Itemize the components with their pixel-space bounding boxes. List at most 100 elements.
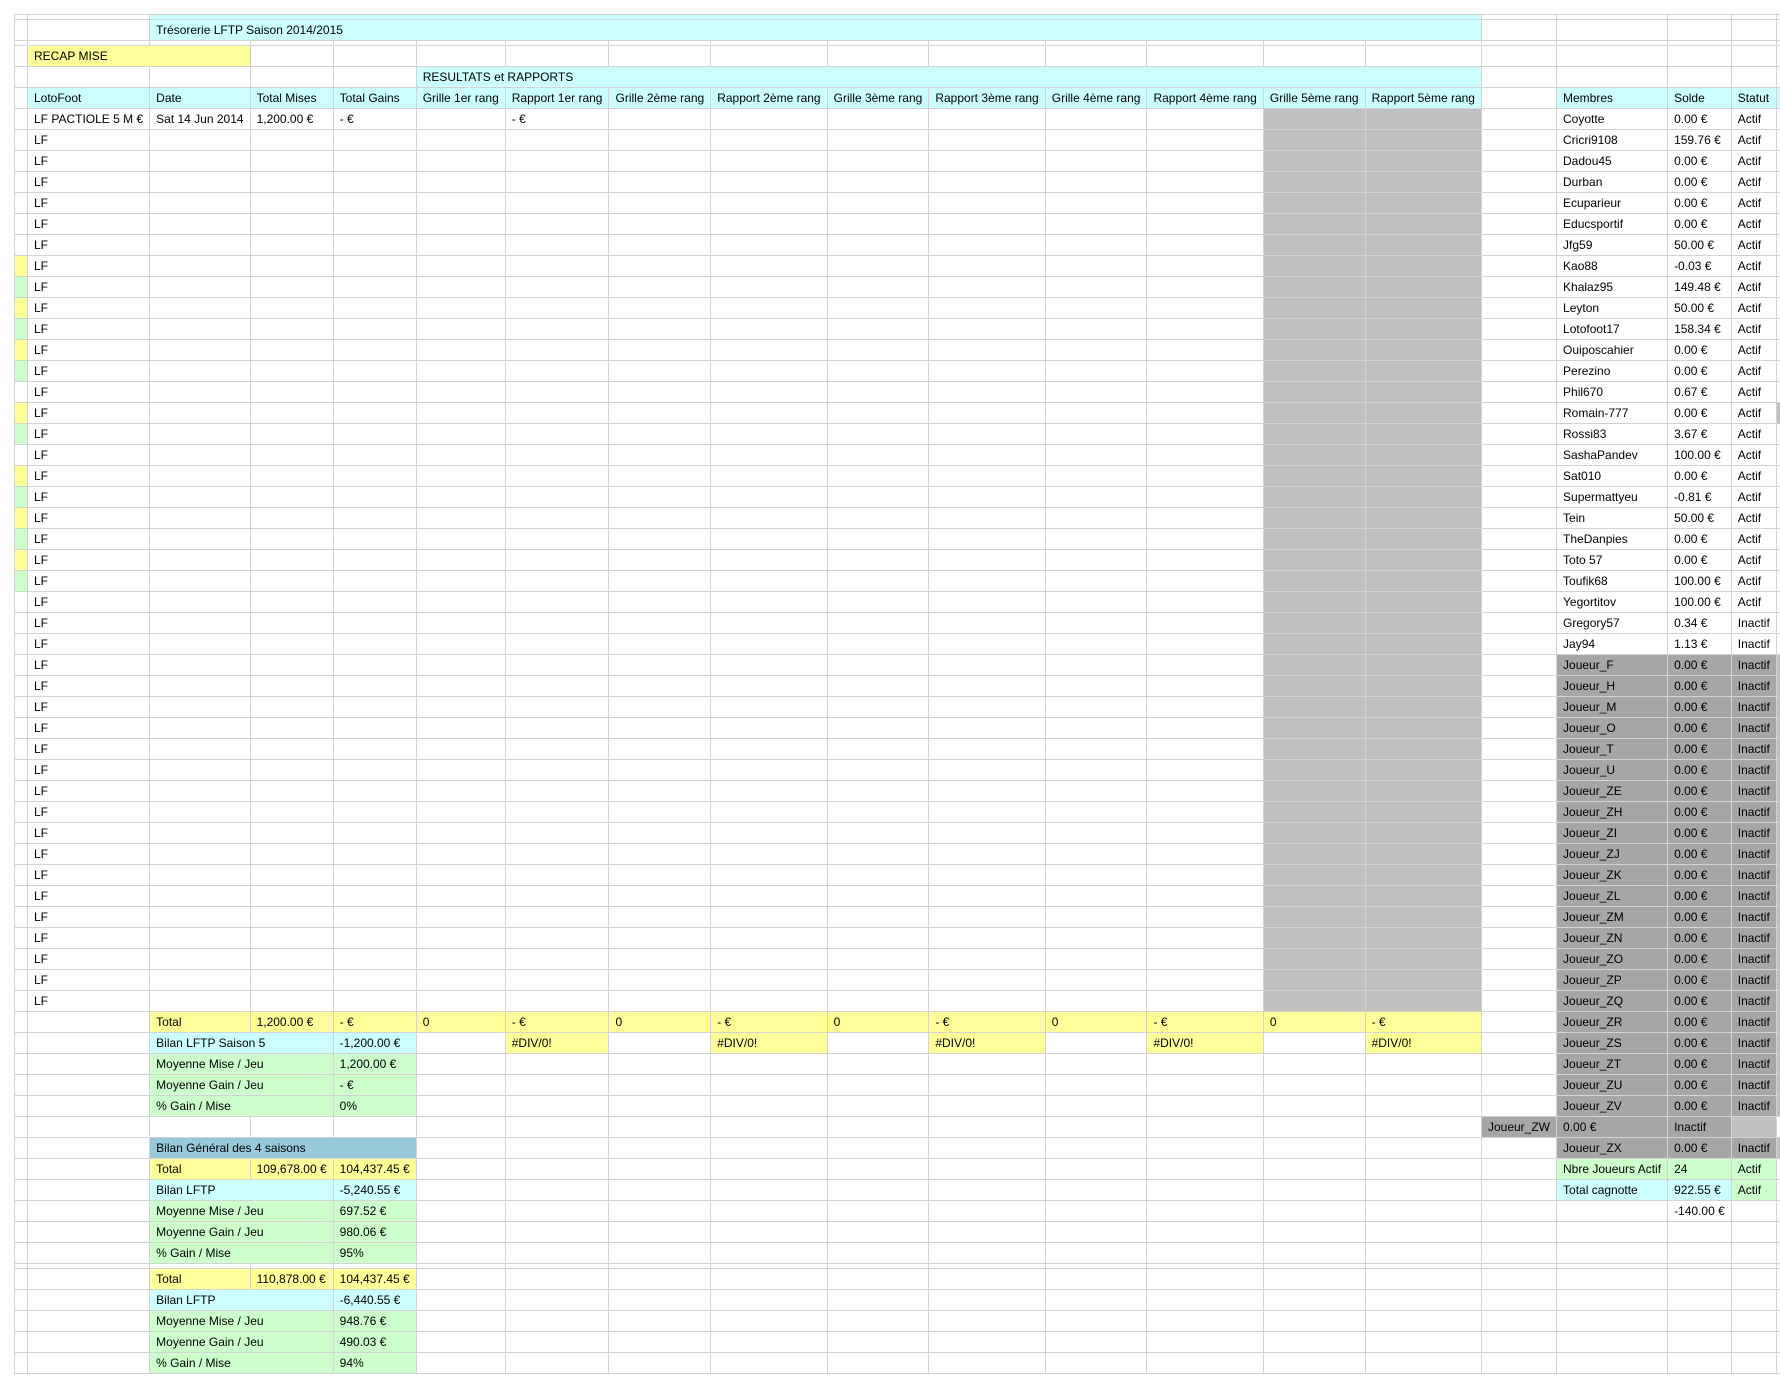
cell[interactable]	[249, 717, 334, 739]
member-statut[interactable]: Inactif	[1730, 801, 1777, 823]
cell[interactable]	[249, 843, 334, 865]
cell[interactable]	[608, 738, 712, 760]
cell[interactable]	[1480, 318, 1558, 340]
cell[interactable]	[1044, 822, 1148, 844]
general-title[interactable]: Bilan Général des 4 saisons	[149, 1137, 417, 1159]
cell[interactable]	[249, 402, 334, 424]
cell[interactable]	[504, 948, 610, 970]
member-name[interactable]: Toufik68	[1556, 570, 1669, 592]
cell[interactable]	[1146, 717, 1264, 739]
member-name[interactable]: Kao88	[1556, 255, 1669, 277]
cell[interactable]	[14, 1221, 28, 1243]
cell[interactable]	[608, 402, 712, 424]
cell[interactable]	[826, 822, 930, 844]
member-statut[interactable]: Actif	[1730, 486, 1777, 508]
cell[interactable]	[1262, 528, 1366, 550]
cell[interactable]	[1480, 1179, 1558, 1201]
cell[interactable]: Nbre Joueurs Actif	[1556, 1158, 1669, 1180]
cell[interactable]	[1262, 696, 1366, 718]
lotofoot-cell[interactable]: LF	[26, 444, 151, 466]
cell[interactable]	[1480, 360, 1558, 382]
cell[interactable]: #DIV/0!	[710, 1032, 828, 1054]
cell[interactable]	[1146, 570, 1264, 592]
member-solde[interactable]: 100.00 €	[1667, 444, 1732, 466]
cell[interactable]	[149, 633, 251, 655]
cell[interactable]: 0.00 €	[1667, 1053, 1732, 1075]
cell[interactable]	[332, 738, 417, 760]
cell[interactable]	[608, 234, 712, 256]
cell[interactable]	[1044, 276, 1148, 298]
cell[interactable]: 0%	[332, 1095, 417, 1117]
cell[interactable]	[608, 507, 712, 529]
cell[interactable]	[1364, 129, 1482, 151]
cell[interactable]	[1480, 864, 1558, 886]
cell[interactable]	[504, 1116, 610, 1138]
cell[interactable]	[608, 633, 712, 655]
cell[interactable]	[1146, 1116, 1264, 1138]
cell[interactable]	[1262, 864, 1366, 886]
cell[interactable]	[332, 906, 417, 928]
cell[interactable]	[26, 1116, 151, 1138]
cell[interactable]	[1146, 1242, 1264, 1264]
cell[interactable]	[249, 633, 334, 655]
cell[interactable]	[1262, 1095, 1366, 1117]
cell[interactable]	[1262, 192, 1366, 214]
cell[interactable]: Joueur_ZR	[1556, 1011, 1669, 1033]
member-mise-auto[interactable]	[1775, 696, 1780, 718]
cell[interactable]	[710, 1268, 828, 1290]
cell[interactable]	[415, 591, 506, 613]
cell[interactable]	[1262, 1331, 1366, 1353]
cell[interactable]	[1364, 507, 1482, 529]
member-name[interactable]: Tein	[1556, 507, 1669, 529]
cell[interactable]	[1556, 1331, 1669, 1353]
member-mise-auto[interactable]	[1775, 465, 1780, 487]
cell[interactable]	[1044, 507, 1148, 529]
cell[interactable]: 0	[1044, 1011, 1148, 1033]
cell[interactable]	[249, 213, 334, 235]
cell[interactable]	[504, 717, 610, 739]
cell[interactable]	[249, 297, 334, 319]
cell[interactable]	[826, 864, 930, 886]
cell[interactable]	[1364, 1242, 1482, 1264]
cell[interactable]	[1480, 927, 1558, 949]
cell[interactable]	[149, 654, 251, 676]
member-name[interactable]: Joueur_ZN	[1556, 927, 1669, 949]
cell[interactable]	[928, 318, 1046, 340]
cell[interactable]	[826, 465, 930, 487]
lotofoot-cell[interactable]: LF	[26, 759, 151, 781]
cell[interactable]	[1146, 927, 1264, 949]
member-name[interactable]: Khalaz95	[1556, 276, 1669, 298]
cell[interactable]	[249, 570, 334, 592]
cell[interactable]	[332, 444, 417, 466]
cell[interactable]	[1044, 780, 1148, 802]
member-mise-auto[interactable]	[1775, 297, 1780, 319]
cell[interactable]	[1730, 1289, 1777, 1311]
cell[interactable]	[826, 969, 930, 991]
member-mise-auto[interactable]	[1775, 864, 1780, 886]
cell[interactable]	[1044, 843, 1148, 865]
cell[interactable]	[608, 444, 712, 466]
cell[interactable]	[149, 318, 251, 340]
cell[interactable]	[1480, 654, 1558, 676]
column-header[interactable]: Total Mises	[249, 87, 334, 109]
cell[interactable]	[928, 360, 1046, 382]
cell[interactable]	[710, 444, 828, 466]
cell[interactable]	[1044, 213, 1148, 235]
cell[interactable]	[415, 192, 506, 214]
member-solde[interactable]: 1.13 €	[1667, 633, 1732, 655]
member-statut[interactable]: Actif	[1730, 549, 1777, 571]
member-statut[interactable]: Actif	[1730, 129, 1777, 151]
cell[interactable]	[608, 864, 712, 886]
cell[interactable]	[1480, 591, 1558, 613]
cell[interactable]	[1262, 234, 1366, 256]
cell[interactable]	[928, 1268, 1046, 1290]
cell[interactable]	[149, 465, 251, 487]
column-header[interactable]: Rapport 3ème rang	[928, 87, 1046, 109]
cell[interactable]	[1364, 381, 1482, 403]
cell[interactable]	[332, 171, 417, 193]
cell[interactable]	[415, 948, 506, 970]
cell[interactable]: 1,200.00 €	[249, 1011, 334, 1033]
cell[interactable]	[504, 507, 610, 529]
cell[interactable]	[1667, 1352, 1732, 1374]
cell[interactable]	[1364, 1074, 1482, 1096]
